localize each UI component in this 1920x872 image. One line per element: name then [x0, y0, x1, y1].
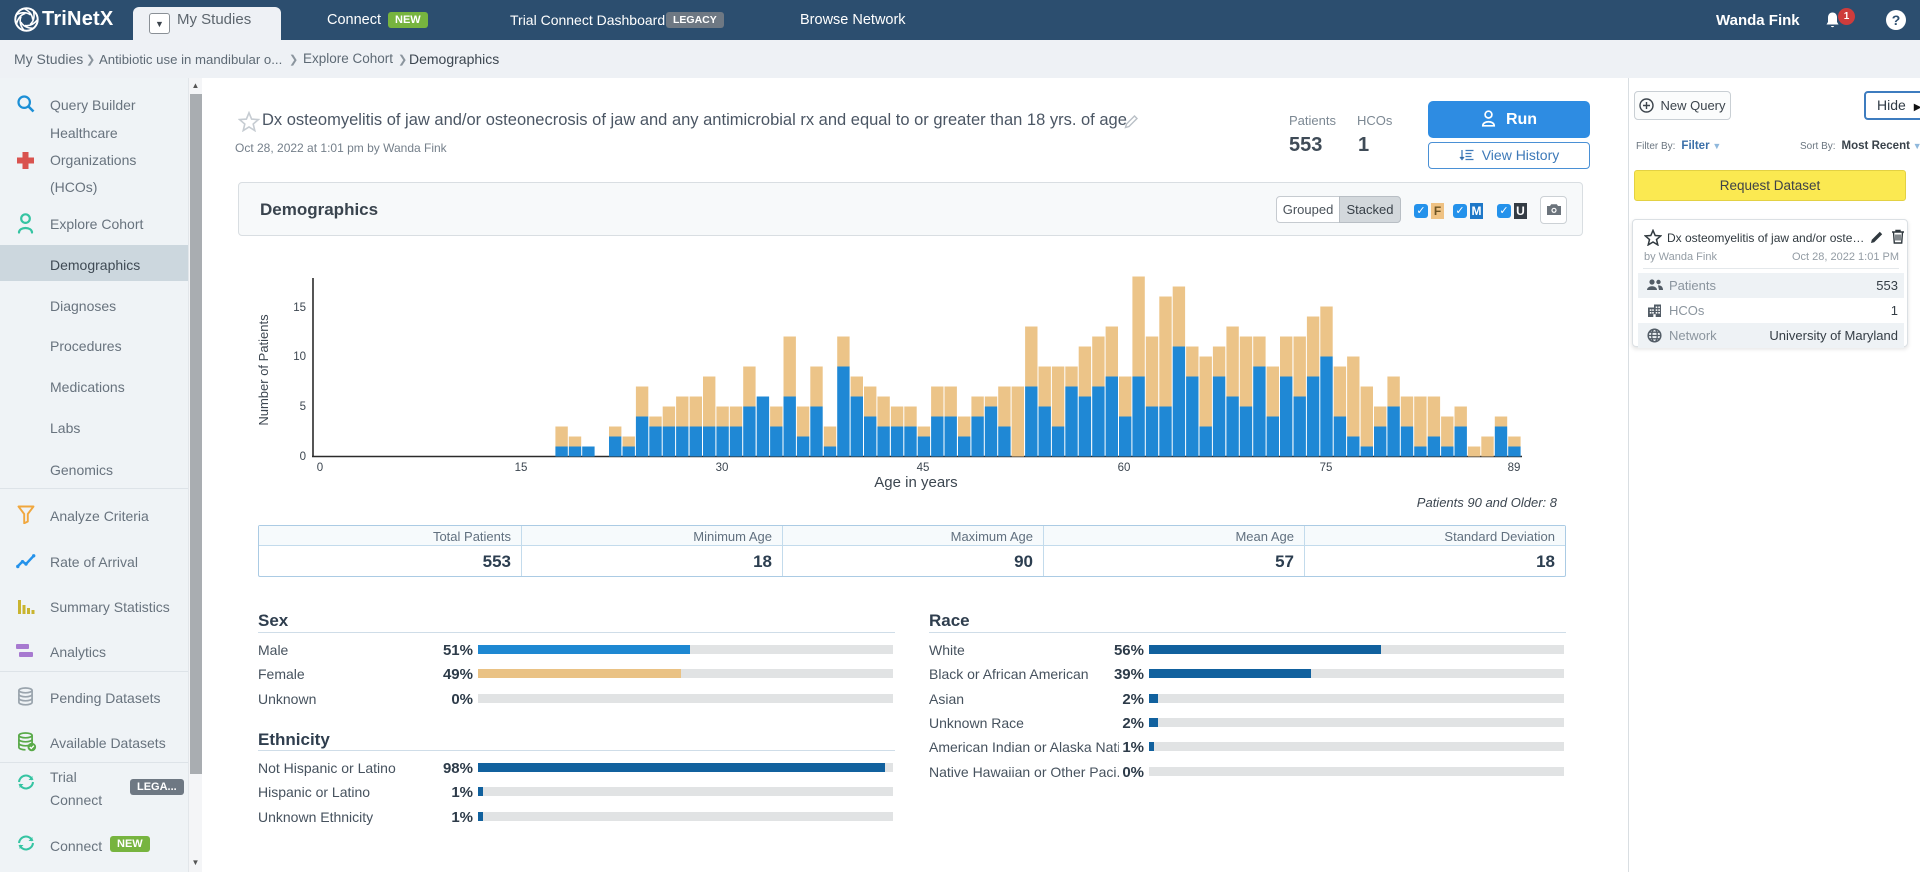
svg-text:Age in years: Age in years	[874, 474, 957, 491]
svg-text:0: 0	[300, 451, 306, 463]
svg-text:45: 45	[917, 462, 930, 474]
svg-text:10: 10	[293, 351, 306, 363]
svg-text:75: 75	[1320, 462, 1333, 474]
svg-text:Number of Patients: Number of Patients	[256, 314, 271, 426]
svg-text:60: 60	[1118, 462, 1131, 474]
svg-text:5: 5	[300, 401, 306, 413]
svg-text:15: 15	[293, 302, 306, 314]
svg-text:0: 0	[317, 462, 323, 474]
svg-text:30: 30	[716, 462, 729, 474]
svg-text:15: 15	[515, 462, 528, 474]
svg-text:89: 89	[1508, 462, 1521, 474]
